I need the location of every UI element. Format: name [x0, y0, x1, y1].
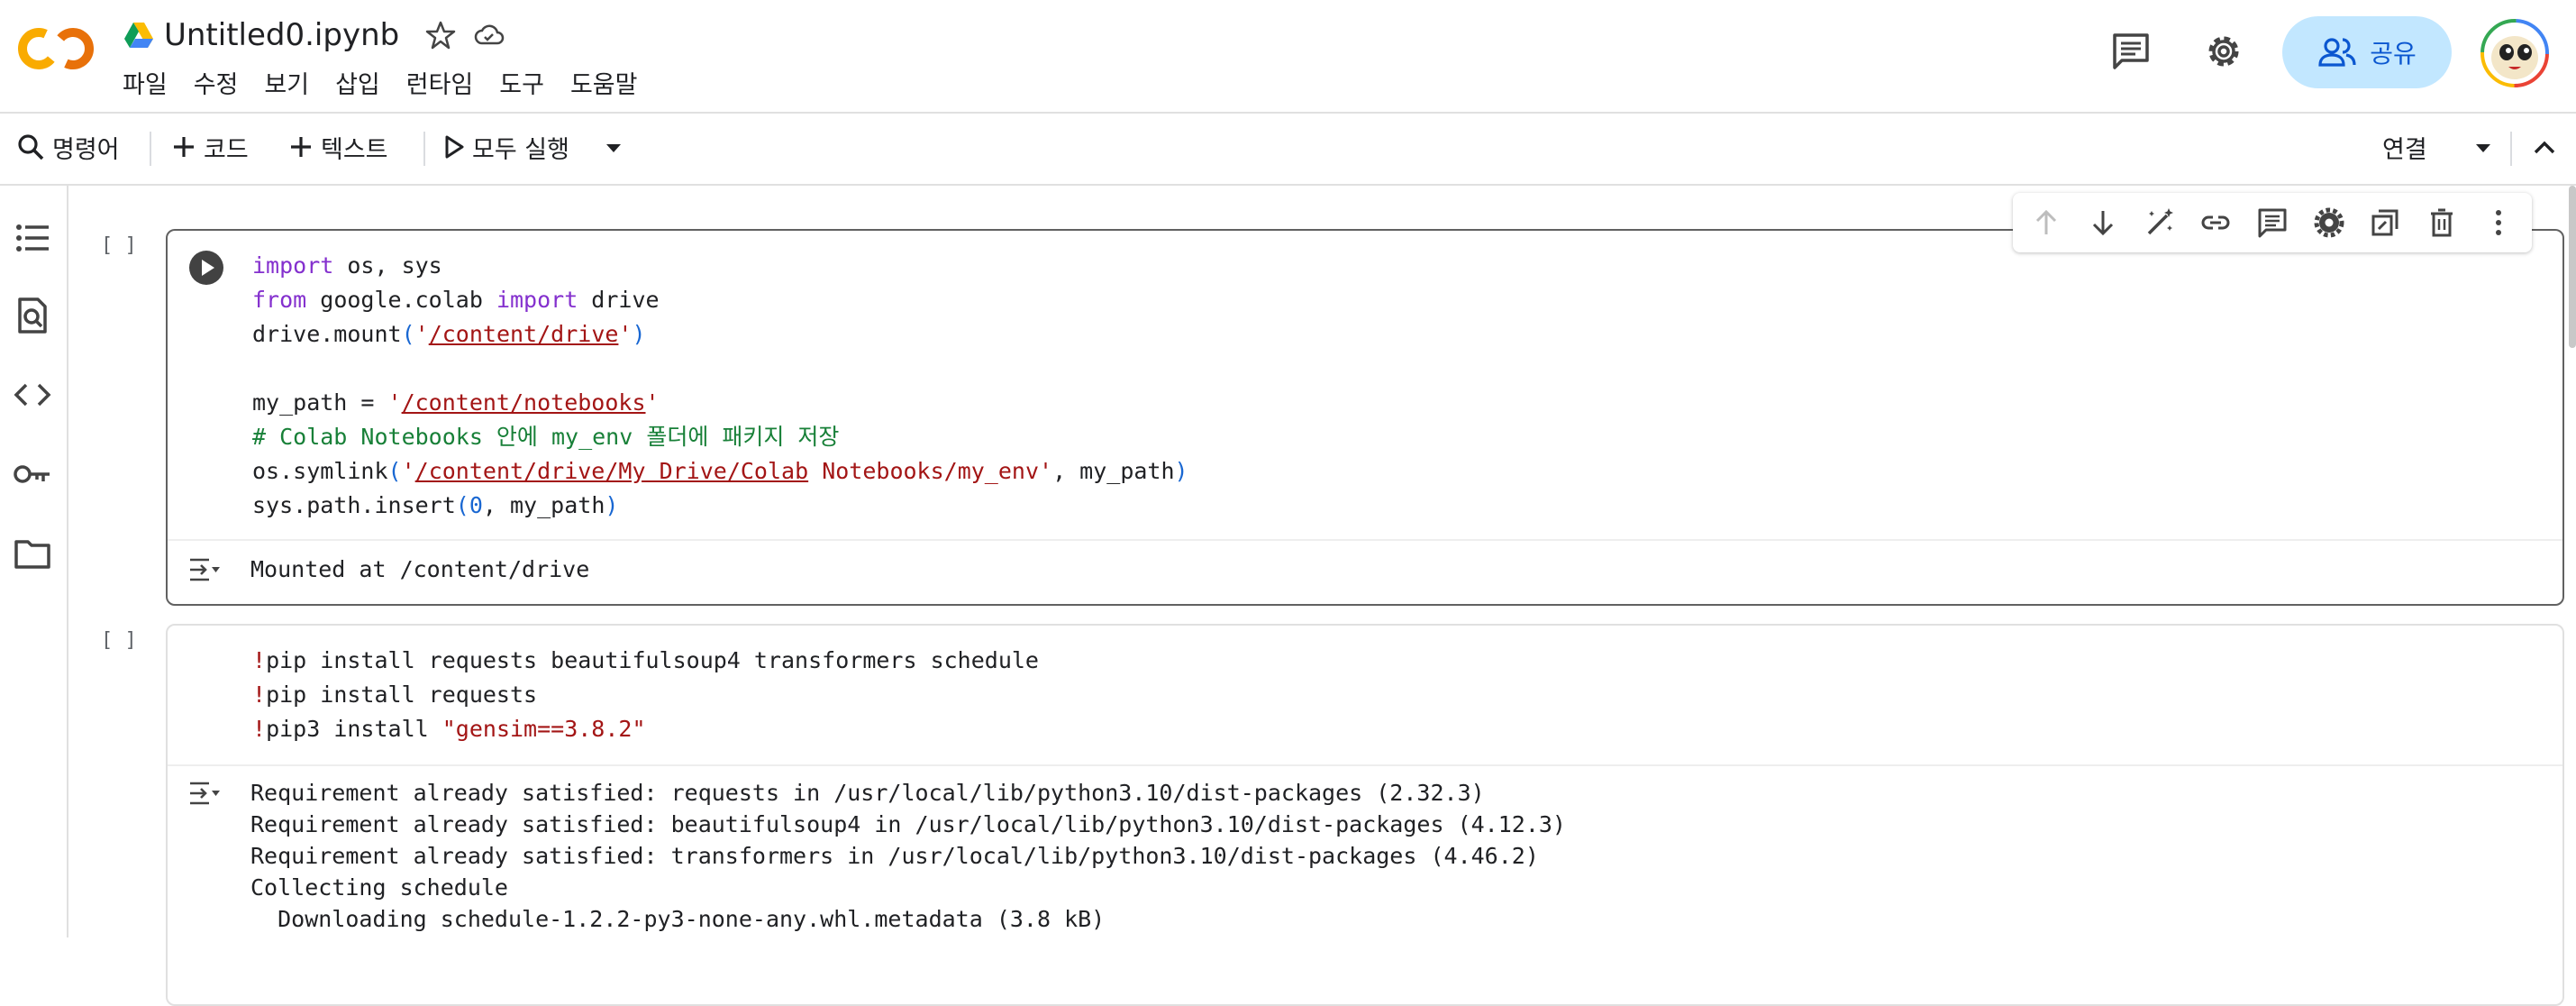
arrow-down-icon[interactable]	[2086, 206, 2120, 240]
search-icon	[18, 134, 44, 160]
run-all-button[interactable]: 모두 실행	[443, 126, 569, 168]
share-label: 공유	[2370, 39, 2417, 69]
cell-execution-count: [ ]	[101, 629, 137, 652]
menu-edit[interactable]: 수정	[194, 63, 239, 102]
star-icon[interactable]	[424, 19, 457, 51]
title-row: Untitled0.ipynb	[123, 13, 505, 58]
code-line: sys.path.insert(0, my_path)	[252, 492, 619, 518]
mirror-cell-icon[interactable]	[2368, 206, 2402, 240]
code-line: !pip install requests beautifulsoup4 tra…	[252, 647, 1039, 673]
side-rail	[0, 186, 68, 937]
output-line: Requirement already satisfied: beautiful…	[250, 811, 1566, 837]
menu-bar: 파일 수정 보기 삽입 런타임 도구 도움말	[123, 63, 664, 102]
connect-label: 연결	[2382, 135, 2427, 164]
comment-icon[interactable]	[2255, 206, 2289, 240]
gear-icon[interactable]	[2312, 206, 2346, 240]
connect-button[interactable]: 연결	[2382, 126, 2427, 168]
delete-icon[interactable]	[2425, 206, 2459, 240]
cell-toolbar	[2013, 193, 2532, 252]
code-line: !pip install requests	[252, 681, 538, 708]
output-line: Collecting schedule	[250, 874, 508, 901]
code-line: os.symlink('/content/drive/My Drive/Cola…	[252, 458, 1188, 484]
menu-help[interactable]: 도움말	[570, 63, 638, 102]
collapse-header-icon[interactable]	[2530, 135, 2559, 160]
menu-insert[interactable]: 삽입	[335, 63, 380, 102]
find-icon[interactable]	[13, 296, 52, 335]
account-avatar[interactable]	[2480, 18, 2550, 88]
menu-file[interactable]: 파일	[123, 63, 168, 102]
more-vert-icon[interactable]	[2481, 206, 2516, 240]
code-line: my_path = '/content/notebooks'	[252, 389, 660, 416]
google-drive-icon	[124, 23, 153, 48]
output-line: Downloading schedule-1.2.2-py3-none-any.…	[250, 906, 1106, 932]
output-actions-icon[interactable]	[187, 779, 222, 808]
menu-tools[interactable]: 도구	[499, 63, 544, 102]
link-icon[interactable]	[2198, 206, 2233, 240]
output-line: Requirement already satisfied: transform…	[250, 843, 1539, 869]
toolbar-divider	[2510, 132, 2512, 166]
menu-view[interactable]: 보기	[264, 63, 309, 102]
command-palette-button[interactable]: 명령어	[16, 126, 120, 168]
comment-icon[interactable]	[2108, 29, 2153, 74]
connect-dropdown-icon[interactable]	[2473, 141, 2493, 155]
code-line: # Colab Notebooks 안에 my_env 폴더에 패키지 저장	[252, 424, 840, 450]
scrollbar-thumb[interactable]	[2569, 186, 2576, 348]
share-button[interactable]: 공유	[2282, 16, 2452, 88]
code-editor[interactable]: !pip install requests beautifulsoup4 tra…	[252, 644, 1039, 746]
command-label: 명령어	[52, 135, 120, 164]
toc-icon[interactable]	[13, 218, 52, 258]
secrets-key-icon[interactable]	[13, 454, 52, 494]
settings-icon[interactable]	[2201, 29, 2246, 74]
plus-icon	[174, 137, 194, 157]
code-line: !pip3 install "gensim==3.8.2"	[252, 716, 646, 742]
notebook-title[interactable]: Untitled0.ipynb	[164, 17, 399, 53]
edit-magic-icon[interactable]	[2143, 206, 2177, 240]
add-text-button[interactable]: 텍스트	[288, 126, 388, 168]
cell-execution-count: [ ]	[101, 234, 137, 257]
toolbar-divider	[150, 132, 151, 166]
cell-output: Mounted at /content/drive	[250, 556, 590, 582]
add-code-label: 코드	[204, 135, 249, 164]
plus-icon	[291, 137, 311, 157]
code-editor[interactable]: import os, sys from google.colab import …	[252, 249, 1188, 523]
output-actions-icon[interactable]	[187, 555, 222, 584]
run-cell-button[interactable]	[187, 249, 225, 287]
code-cell[interactable]: import os, sys from google.colab import …	[166, 229, 2564, 606]
cell-output: Requirement already satisfied: requests …	[250, 777, 1566, 935]
code-line: drive.mount('/content/drive')	[252, 321, 646, 347]
app-header: Untitled0.ipynb 파일 수정 보기 삽입 런타임 도구 도움말 공…	[0, 0, 2576, 114]
add-text-label: 텍스트	[321, 135, 388, 164]
run-all-dropdown-icon[interactable]	[604, 141, 624, 155]
code-line: import os, sys	[252, 252, 442, 279]
code-line: from google.colab import drive	[252, 287, 660, 313]
code-snippets-icon[interactable]	[13, 375, 52, 415]
cloud-saved-icon[interactable]	[473, 19, 505, 51]
arrow-up-icon[interactable]	[2029, 206, 2063, 240]
colab-logo[interactable]	[16, 22, 97, 76]
output-divider	[168, 764, 2562, 766]
menu-runtime[interactable]: 런타임	[406, 63, 474, 102]
add-code-button[interactable]: 코드	[171, 126, 249, 168]
run-all-label: 모두 실행	[472, 135, 569, 164]
folder-icon[interactable]	[13, 534, 52, 573]
people-icon	[2318, 38, 2356, 67]
code-cell[interactable]: !pip install requests beautifulsoup4 tra…	[166, 624, 2564, 1006]
play-icon	[445, 135, 464, 159]
output-divider	[168, 539, 2562, 541]
output-line: Requirement already satisfied: requests …	[250, 780, 1485, 806]
toolbar-divider	[423, 132, 425, 166]
notebook-toolbar: 명령어 코드 텍스트 모두 실행 연결	[0, 114, 2576, 186]
